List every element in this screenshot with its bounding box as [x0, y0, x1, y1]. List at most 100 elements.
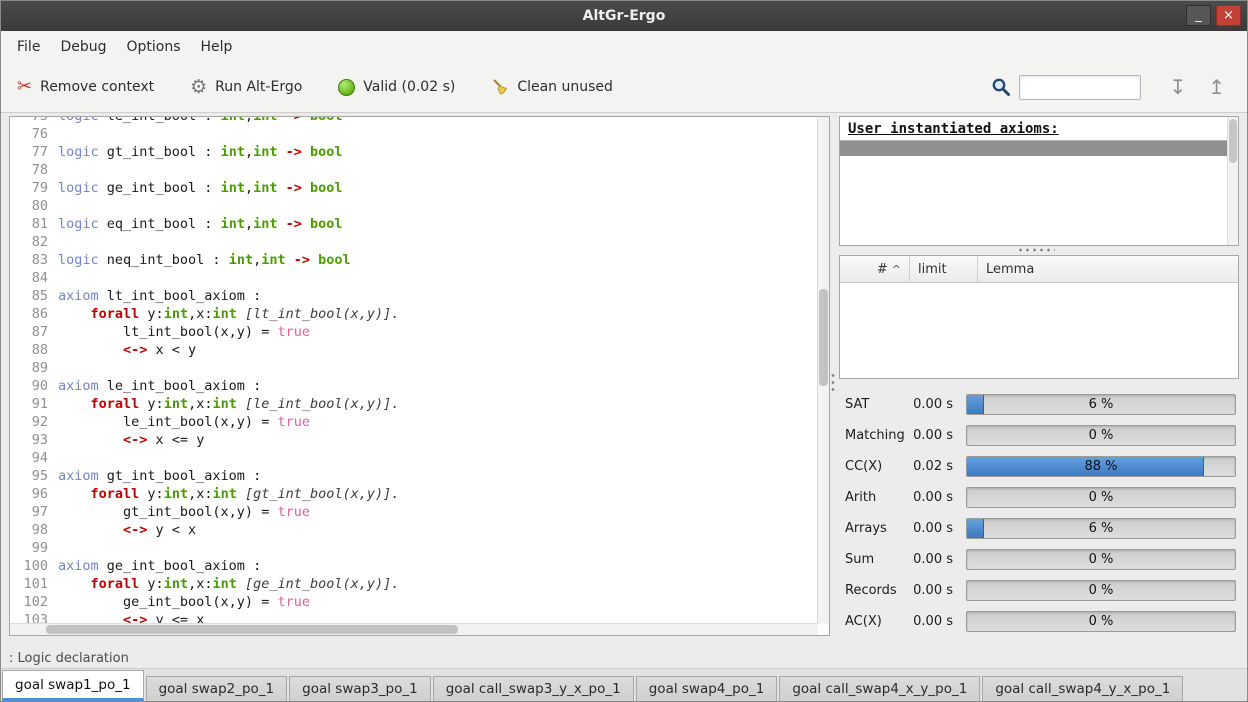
line-number: 102 — [14, 593, 48, 611]
lemma-column-num[interactable]: #^ — [840, 256, 910, 282]
line-number: 81 — [14, 215, 48, 233]
tab-goal-swap3_po_1[interactable]: goal swap3_po_1 — [289, 676, 431, 701]
line-number: 95 — [14, 467, 48, 485]
menu-item-file[interactable]: File — [7, 32, 50, 62]
line-number: 90 — [14, 377, 48, 395]
remove-context-button[interactable]: ✂ Remove context — [17, 78, 154, 96]
code-line: 101 forall y:int,x:int [ge_int_bool(x,y)… — [14, 575, 818, 593]
close-button[interactable]: × — [1216, 5, 1241, 26]
axioms-scrollbar-thumb[interactable] — [1229, 119, 1237, 163]
sort-indicator-icon: ^ — [892, 263, 901, 276]
stat-row: Records0.00 s0 % — [839, 575, 1243, 606]
menu-item-options[interactable]: Options — [116, 32, 190, 62]
goto-bottom-icon[interactable]: ↧ — [1169, 77, 1186, 97]
stat-label: Arrays — [839, 521, 907, 536]
code-line: 99 — [14, 539, 818, 557]
user-axioms-panel: User instantiated axioms: — [839, 116, 1239, 246]
title-bar[interactable]: AltGr-Ergo _ × — [1, 1, 1247, 32]
code-line: 84 — [14, 269, 818, 287]
search-input[interactable] — [1019, 75, 1141, 100]
stat-label: Sum — [839, 552, 907, 567]
stat-progressbar: 0 % — [966, 611, 1236, 632]
minimize-button[interactable]: _ — [1186, 5, 1211, 26]
code-text: logic eq_int_bool : int,int -> bool — [58, 216, 343, 232]
code-text: <-> x <= y — [58, 432, 204, 448]
axioms-scrollbar[interactable] — [1227, 117, 1238, 245]
code-line: 92 le_int_bool(x,y) = true — [14, 413, 818, 431]
vertical-scrollbar-thumb[interactable] — [819, 289, 828, 385]
tab-goal-swap4_po_1[interactable]: goal swap4_po_1 — [636, 676, 778, 701]
code-text: <-> x < y — [58, 342, 196, 358]
remove-context-label: Remove context — [40, 79, 154, 95]
tab-goal-call_swap4_x_y_po_1[interactable]: goal call_swap4_x_y_po_1 — [779, 676, 980, 701]
line-number: 93 — [14, 431, 48, 449]
tab-goal-swap1_po_1[interactable]: goal swap1_po_1 — [2, 670, 144, 701]
line-number: 75 — [14, 117, 48, 125]
line-number: 84 — [14, 269, 48, 287]
line-number: 96 — [14, 485, 48, 503]
lemma-column-limit[interactable]: limit — [910, 256, 978, 282]
selected-empty-row[interactable] — [840, 141, 1228, 156]
window-buttons: _ × — [1186, 5, 1241, 26]
toolbar: ✂ Remove context ⚙ Run Alt-Ergo Valid (0… — [1, 62, 1247, 113]
line-number: 82 — [14, 233, 48, 251]
line-number: 98 — [14, 521, 48, 539]
code-line: 86 forall y:int,x:int [lt_int_bool(x,y)]… — [14, 305, 818, 323]
lemma-table: #^limit Lemma — [839, 255, 1239, 379]
code-view[interactable]: 75logic le_int_bool : int,int -> bool767… — [10, 117, 818, 624]
horizontal-splitter-handle[interactable] — [1017, 248, 1055, 252]
stat-progressbar: 6 % — [966, 518, 1236, 539]
code-line: 97 gt_int_bool(x,y) = true — [14, 503, 818, 521]
search-area — [991, 75, 1141, 100]
lemma-column-Lemma[interactable]: Lemma — [978, 256, 1238, 282]
line-number: 97 — [14, 503, 48, 521]
line-number: 86 — [14, 305, 48, 323]
stat-time: 0.00 s — [907, 521, 953, 536]
tab-goal-swap2_po_1[interactable]: goal swap2_po_1 — [146, 676, 288, 701]
stat-label: Arith — [839, 490, 907, 505]
run-alt-ergo-label: Run Alt-Ergo — [215, 79, 302, 95]
stat-time: 0.00 s — [907, 552, 953, 567]
line-number: 101 — [14, 575, 48, 593]
code-line: 80 — [14, 197, 818, 215]
tab-goal-call_swap3_y_x_po_1[interactable]: goal call_swap3_y_x_po_1 — [433, 676, 634, 701]
editor-vertical-scrollbar[interactable] — [817, 117, 829, 624]
line-number: 87 — [14, 323, 48, 341]
code-text: axiom lt_int_bool_axiom : — [58, 288, 261, 304]
code-line: 81 logic eq_int_bool : int,int -> bool — [14, 215, 818, 233]
goto-top-icon[interactable]: ↥ — [1208, 77, 1225, 97]
window-title: AltGr-Ergo — [1, 1, 1247, 31]
code-line: 95 axiom gt_int_bool_axiom : — [14, 467, 818, 485]
tab-goal-call_swap4_y_x_po_1[interactable]: goal call_swap4_y_x_po_1 — [982, 676, 1183, 701]
altgr-ergo-window: AltGr-Ergo _ × FileDebugOptionsHelp ✂ Re… — [0, 0, 1248, 702]
line-number: 91 — [14, 395, 48, 413]
stat-label: AC(X) — [839, 614, 907, 629]
menu-item-help[interactable]: Help — [191, 32, 243, 62]
code-text: <-> y < x — [58, 522, 196, 538]
stat-percent-label: 6 % — [967, 395, 1235, 414]
search-icon — [991, 77, 1011, 97]
horizontal-scrollbar-thumb[interactable] — [46, 625, 458, 634]
clean-unused-button[interactable]: Clean unused — [491, 78, 613, 96]
stat-time: 0.02 s — [907, 459, 953, 474]
stat-row: SAT0.00 s6 % — [839, 389, 1243, 420]
clean-unused-label: Clean unused — [517, 79, 613, 95]
stat-percent-label: 6 % — [967, 519, 1235, 538]
menu-item-debug[interactable]: Debug — [50, 32, 116, 62]
editor-horizontal-scrollbar[interactable] — [10, 623, 818, 635]
code-text: forall y:int,x:int [gt_int_bool(x,y)]. — [58, 486, 399, 502]
line-number: 77 — [14, 143, 48, 161]
line-number: 80 — [14, 197, 48, 215]
code-text: axiom gt_int_bool_axiom : — [58, 468, 261, 484]
code-line: 96 forall y:int,x:int [gt_int_bool(x,y)]… — [14, 485, 818, 503]
vertical-splitter-handle[interactable] — [831, 372, 835, 394]
stat-progressbar: 0 % — [966, 425, 1236, 446]
lemma-column-label: Lemma — [986, 262, 1034, 277]
code-line: 93 <-> x <= y — [14, 431, 818, 449]
close-icon: × — [1223, 8, 1234, 23]
status-text: : Logic declaration — [9, 651, 129, 666]
run-alt-ergo-button[interactable]: ⚙ Run Alt-Ergo — [190, 78, 302, 97]
stat-row: Arrays0.00 s 6 % — [839, 513, 1243, 544]
line-number: 88 — [14, 341, 48, 359]
stat-percent-label: 0 % — [967, 550, 1235, 569]
